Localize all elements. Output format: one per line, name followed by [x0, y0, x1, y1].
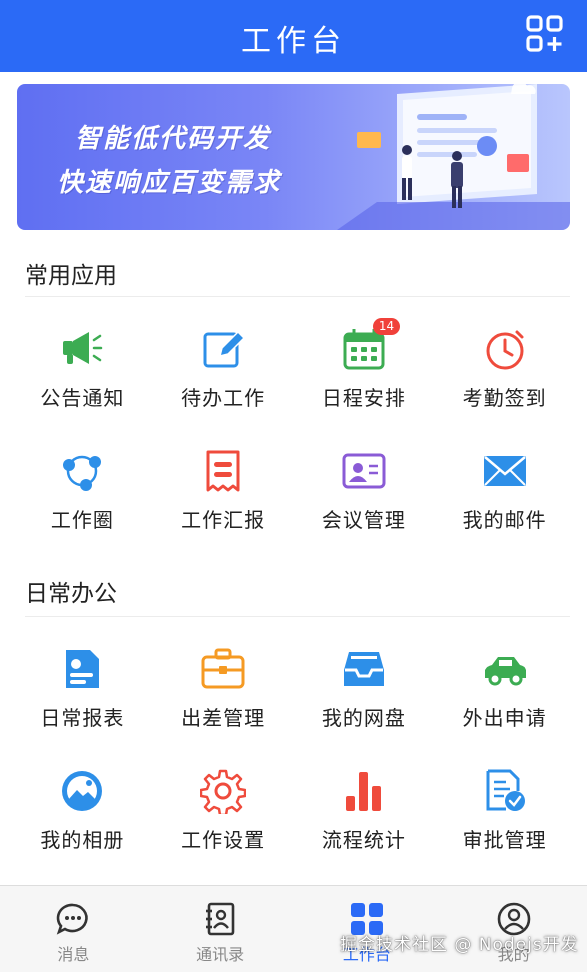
app-go-out[interactable]: 外出申请 [434, 630, 575, 752]
app-process-stats[interactable]: 流程统计 [294, 752, 435, 874]
approval-doc-icon [486, 769, 525, 811]
chat-bubble-icon [57, 903, 89, 935]
grid-add-icon [526, 15, 563, 52]
clock-icon [486, 330, 524, 370]
edit-icon [203, 330, 246, 368]
banner-illustration [337, 84, 570, 230]
gear-icon [199, 769, 247, 817]
tab-contacts[interactable]: 通讯录 [147, 886, 294, 972]
banner-headline: 智能低代码开发 [75, 124, 272, 154]
briefcase-icon [201, 648, 245, 689]
watermark-text: 掘金技术社区 @ Nodejs开发 [340, 935, 579, 955]
app-label: 审批管理 [462, 828, 547, 852]
contacts-icon [206, 902, 235, 936]
tab-profile[interactable]: 我的 [440, 886, 587, 972]
app-label: 工作圈 [50, 508, 114, 532]
inbox-tray-icon [343, 652, 384, 686]
app-announcement[interactable]: 公告通知 [12, 310, 153, 432]
app-attendance[interactable]: 考勤签到 [434, 310, 575, 432]
tab-label: 通讯录 [196, 945, 245, 964]
app-work-report[interactable]: 工作汇报 [153, 432, 294, 554]
app-label: 工作汇报 [181, 508, 266, 532]
app-label: 流程统计 [321, 828, 406, 852]
tab-messages[interactable]: 消息 [0, 886, 147, 972]
tab-workbench[interactable]: 工作台 [294, 886, 441, 972]
megaphone-icon [63, 332, 103, 364]
app-label: 日常报表 [40, 706, 125, 730]
app-daily-report[interactable]: 日常报表 [12, 630, 153, 752]
app-album[interactable]: 我的相册 [12, 752, 153, 874]
notification-badge: 14 [372, 318, 401, 335]
section-title-daily-office: 日常办公 [25, 581, 117, 607]
report-icon [206, 450, 240, 492]
photo-album-icon [62, 771, 103, 811]
app-label: 我的邮件 [462, 508, 547, 532]
app-mail[interactable]: 我的邮件 [434, 432, 575, 554]
add-app-button[interactable] [525, 14, 565, 54]
app-label: 我的网盘 [321, 706, 406, 730]
app-todo[interactable]: 待办工作 [153, 310, 294, 432]
app-label: 外出申请 [462, 706, 547, 730]
app-schedule[interactable]: 14 日程安排 [294, 310, 435, 432]
bar-chart-icon [345, 772, 381, 811]
app-label: 公告通知 [40, 386, 125, 410]
section-title-common-apps: 常用应用 [25, 263, 117, 289]
page-title: 工作台 [241, 24, 346, 59]
app-label: 出差管理 [181, 706, 266, 730]
app-label: 日程安排 [321, 386, 406, 410]
banner-subline: 快速响应百变需求 [57, 168, 282, 198]
daily-office-grid: 日常报表 出差管理 我的网盘 外出申请 我的相册 工作设置 流程统计 审批管理 [12, 630, 575, 874]
mail-icon [483, 456, 526, 486]
promo-banner[interactable]: 智能低代码开发 快速响应百变需求 [17, 84, 570, 230]
app-meeting[interactable]: 会议管理 [294, 432, 435, 554]
section-divider [25, 296, 570, 297]
app-work-circle[interactable]: 工作圈 [12, 432, 153, 554]
top-bar: 工作台 [0, 0, 587, 72]
meeting-card-icon [342, 453, 386, 489]
app-label: 考勤签到 [462, 386, 547, 410]
app-label: 会议管理 [321, 508, 406, 532]
app-label: 待办工作 [181, 386, 266, 410]
id-card-icon [66, 650, 100, 688]
app-cloud-disk[interactable]: 我的网盘 [294, 630, 435, 752]
network-icon [63, 455, 102, 491]
section-divider [25, 616, 570, 617]
bottom-tab-bar: 消息 通讯录 工作台 我的 [0, 885, 587, 972]
app-business-trip[interactable]: 出差管理 [153, 630, 294, 752]
app-work-settings[interactable]: 工作设置 [153, 752, 294, 874]
app-label: 工作设置 [181, 828, 266, 852]
app-label: 我的相册 [40, 828, 125, 852]
app-approval[interactable]: 审批管理 [434, 752, 575, 874]
tab-label: 消息 [57, 945, 90, 964]
car-icon [484, 657, 526, 686]
common-apps-grid: 公告通知 待办工作 14 日程安排 考勤签到 工作圈 工作汇报 会议管理 我的邮… [12, 310, 575, 554]
